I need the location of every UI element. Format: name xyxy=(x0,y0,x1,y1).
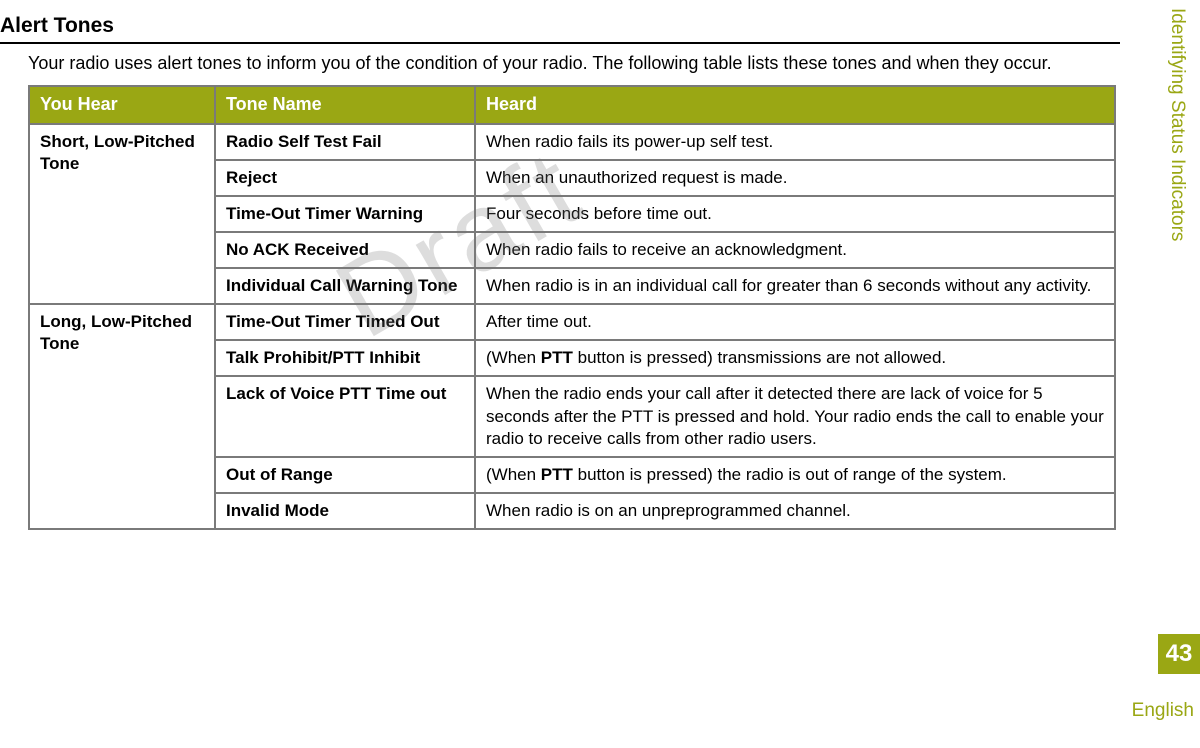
header-tone-name: Tone Name xyxy=(215,86,475,123)
inline-bold: PTT xyxy=(541,348,573,367)
cell-tone-name: Invalid Mode xyxy=(215,493,475,529)
cell-tone-name: Time-Out Timer Warning xyxy=(215,196,475,232)
intro-paragraph: Your radio uses alert tones to inform yo… xyxy=(28,52,1120,75)
table-header-row: You Hear Tone Name Heard xyxy=(29,86,1115,123)
cell-heard: (When PTT button is pressed) transmissio… xyxy=(475,340,1115,376)
header-heard: Heard xyxy=(475,86,1115,123)
cell-heard: Four seconds before time out. xyxy=(475,196,1115,232)
table-row: Long, Low-Pitched ToneTime-Out Timer Tim… xyxy=(29,304,1115,340)
page-content: Alert Tones Your radio uses alert tones … xyxy=(0,0,1120,530)
cell-tone-name: Talk Prohibit/PTT Inhibit xyxy=(215,340,475,376)
cell-tone-name: Radio Self Test Fail xyxy=(215,124,475,160)
cell-tone-name: Time-Out Timer Timed Out xyxy=(215,304,475,340)
cell-tone-name: Individual Call Warning Tone xyxy=(215,268,475,304)
cell-heard: When the radio ends your call after it d… xyxy=(475,376,1115,456)
cell-heard: When radio is in an individual call for … xyxy=(475,268,1115,304)
page-number: 43 xyxy=(1158,634,1200,674)
cell-tone-name: Lack of Voice PTT Time out xyxy=(215,376,475,456)
cell-heard: When radio fails to receive an acknowled… xyxy=(475,232,1115,268)
cell-heard: When radio fails its power-up self test. xyxy=(475,124,1115,160)
cell-heard: (When PTT button is pressed) the radio i… xyxy=(475,457,1115,493)
cell-tone-name: No ACK Received xyxy=(215,232,475,268)
cell-heard: After time out. xyxy=(475,304,1115,340)
cell-heard: When radio is on an unpreprogrammed chan… xyxy=(475,493,1115,529)
table-row: Short, Low-Pitched ToneRadio Self Test F… xyxy=(29,124,1115,160)
cell-you-hear: Long, Low-Pitched Tone xyxy=(29,304,215,529)
side-tab-label: Identifying Status Indicators xyxy=(1166,0,1191,241)
cell-you-hear: Short, Low-Pitched Tone xyxy=(29,124,215,304)
cell-heard: When an unauthorized request is made. xyxy=(475,160,1115,196)
alert-tones-table: You Hear Tone Name Heard Short, Low-Pitc… xyxy=(28,85,1116,530)
section-title: Alert Tones xyxy=(0,14,1120,44)
header-you-hear: You Hear xyxy=(29,86,215,123)
inline-bold: PTT xyxy=(541,465,573,484)
footer-language: English xyxy=(1132,700,1194,722)
side-tab: Identifying Status Indicators xyxy=(1166,0,1200,320)
cell-tone-name: Reject xyxy=(215,160,475,196)
cell-tone-name: Out of Range xyxy=(215,457,475,493)
